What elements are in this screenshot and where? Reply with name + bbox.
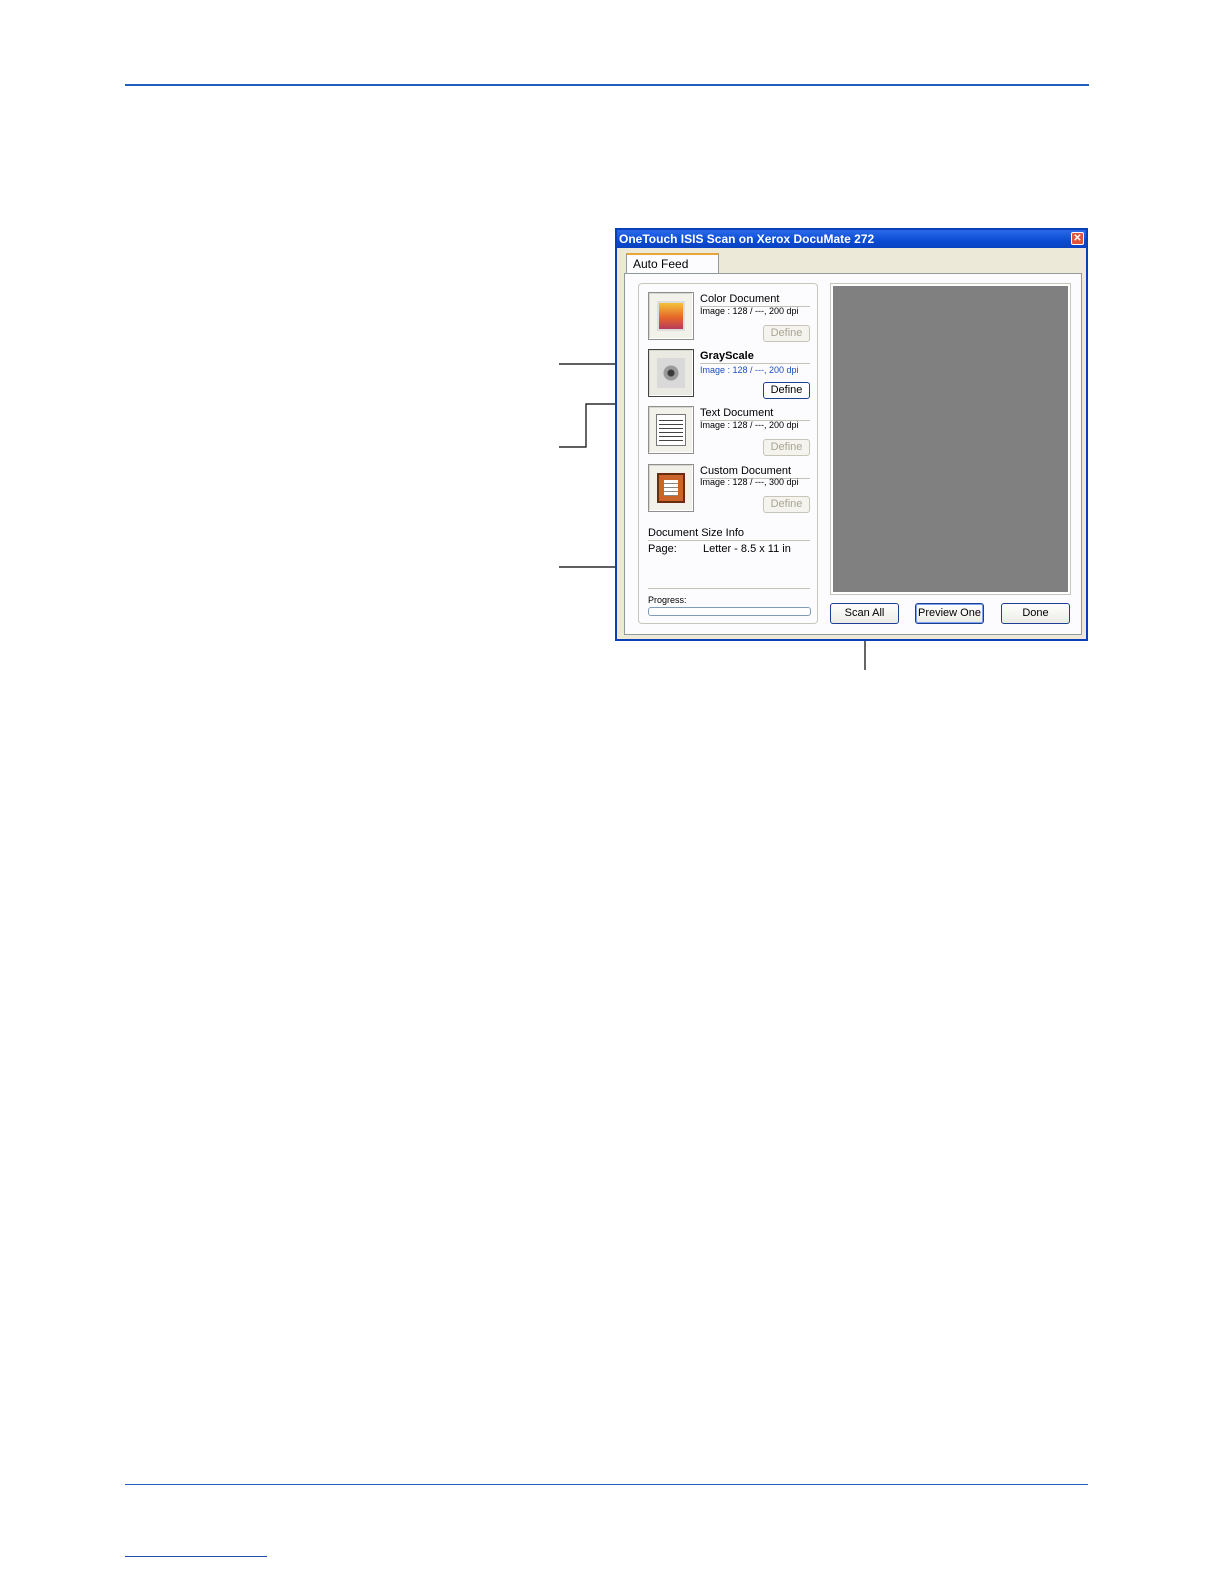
- define-button-grayscale[interactable]: Define: [763, 382, 810, 399]
- done-button[interactable]: Done: [1001, 603, 1070, 624]
- close-icon[interactable]: ✕: [1071, 232, 1084, 245]
- profile-name: Text Document: [700, 407, 810, 421]
- dialog-title: OneTouch ISIS Scan on Xerox DocuMate 272: [619, 232, 875, 246]
- text-document-icon: [656, 414, 686, 446]
- page-size-value: Letter - 8.5 x 11 in: [703, 543, 791, 555]
- profile-button-custom-document[interactable]: [648, 464, 694, 512]
- preview-one-button[interactable]: Preview One: [915, 603, 984, 624]
- tab-auto-feed[interactable]: Auto Feed: [626, 253, 719, 274]
- define-button-color-document[interactable]: Define: [763, 325, 810, 342]
- profile-color-document: Color Document Image : 128 / ---, 200 dp…: [648, 292, 814, 347]
- dialog-title-bar[interactable]: OneTouch ISIS Scan on Xerox DocuMate 272…: [617, 230, 1086, 248]
- profile-button-text-document[interactable]: [648, 406, 694, 454]
- preview-image-area: [833, 286, 1068, 592]
- scan-all-button[interactable]: Scan All: [830, 603, 899, 624]
- color-document-icon: [657, 301, 685, 331]
- scan-dialog-window: OneTouch ISIS Scan on Xerox DocuMate 272…: [615, 228, 1088, 641]
- define-button-text-document[interactable]: Define: [763, 439, 810, 456]
- preview-pane: [830, 283, 1071, 595]
- progress-bar: [648, 607, 811, 616]
- profile-name: GrayScale: [700, 350, 810, 364]
- profile-info: Image : 128 / ---, 300 dpi: [700, 477, 799, 487]
- define-button-custom-document[interactable]: Define: [763, 496, 810, 513]
- profile-info: Image : 128 / ---, 200 dpi: [700, 420, 799, 430]
- profile-custom-document: Custom Document Image : 128 / ---, 300 d…: [648, 464, 814, 519]
- profile-grayscale: GrayScale Image : 128 / ---, 200 dpi Def…: [648, 349, 814, 404]
- profile-button-grayscale[interactable]: [648, 349, 694, 397]
- profile-info: Image : 128 / ---, 200 dpi: [700, 365, 799, 375]
- tab-panel-auto-feed: Color Document Image : 128 / ---, 200 dp…: [624, 273, 1082, 635]
- document-size-header: Document Size Info: [648, 527, 810, 541]
- profile-info: Image : 128 / ---, 200 dpi: [700, 306, 799, 316]
- profile-text-document: Text Document Image : 128 / ---, 200 dpi…: [648, 406, 814, 461]
- profile-name: Color Document: [700, 293, 810, 307]
- progress-label: Progress:: [648, 595, 687, 605]
- page-size-label: Page:: [648, 543, 677, 555]
- profile-button-color-document[interactable]: [648, 292, 694, 340]
- progress-divider: [648, 588, 810, 589]
- custom-document-icon: [657, 473, 685, 503]
- grayscale-eye-icon: [657, 358, 685, 388]
- profiles-group: Color Document Image : 128 / ---, 200 dp…: [638, 283, 818, 624]
